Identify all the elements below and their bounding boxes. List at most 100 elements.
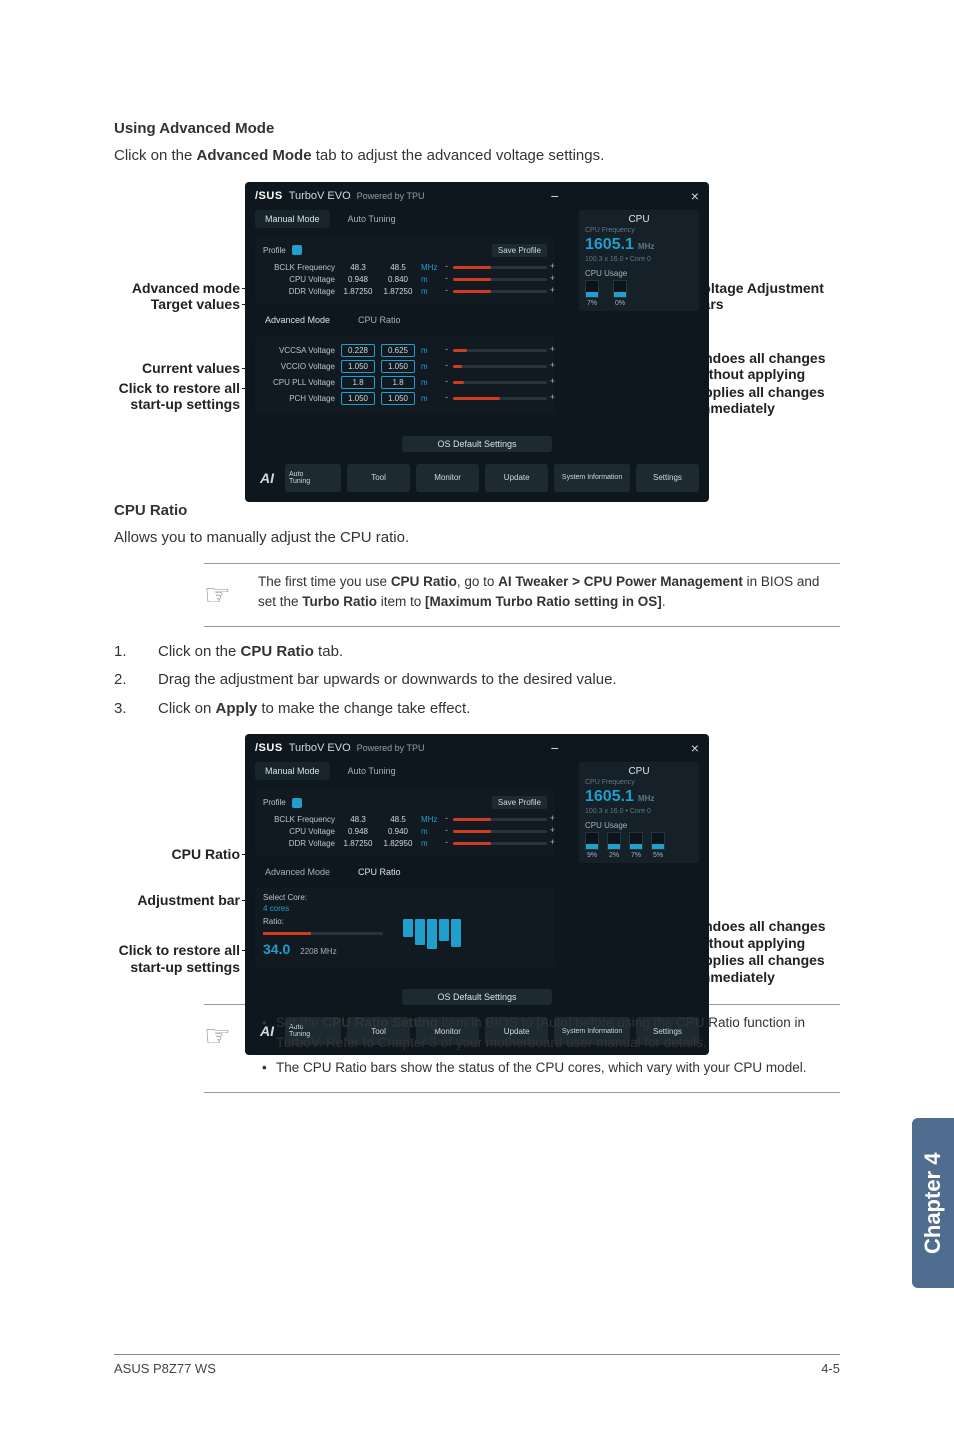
row-unit: m <box>421 827 447 836</box>
usage-value: 2% <box>609 852 619 859</box>
window-title: TurboV EVO <box>289 190 351 202</box>
cpu-freq-label: CPU Frequency <box>585 225 693 234</box>
usage-value: 9% <box>587 852 597 859</box>
text: The first time you use <box>258 574 391 589</box>
profile-dropdown-icon[interactable] <box>292 798 302 808</box>
adjustment-slider[interactable]: -+ <box>453 830 547 833</box>
os-default-button[interactable]: OS Default Settings <box>402 989 552 1005</box>
adjustment-slider[interactable]: -+ <box>453 842 547 845</box>
row-label: VCCSA Voltage <box>263 346 335 355</box>
ratio-adjustment-bar[interactable] <box>263 932 383 935</box>
screenshot-2-wrap: CPU Ratio Adjustment bar Click to restor… <box>114 734 840 994</box>
section-heading-cpu-ratio: CPU Ratio <box>114 502 840 519</box>
footer-right: 4-5 <box>821 1361 840 1376</box>
text: item to <box>377 594 425 609</box>
cpu-usage-bars: 7% 0% <box>585 280 693 307</box>
row-val: 1.8 <box>381 376 415 389</box>
note-hand-icon: ☞ <box>204 572 240 618</box>
adjustment-slider[interactable]: -+ <box>453 818 547 821</box>
tab-cpu-ratio[interactable]: CPU Ratio <box>348 863 411 881</box>
window-titlebar: /SUS TurboV EVO Powered by TPU − × <box>245 182 709 210</box>
usage-value: 7% <box>587 300 597 307</box>
tool-button[interactable]: Tool <box>347 464 410 492</box>
core-bar <box>403 919 413 937</box>
minimize-icon[interactable]: − <box>551 740 559 756</box>
advanced-tabs: Advanced Mode CPU Ratio <box>245 863 709 881</box>
adjustment-slider[interactable]: -+ <box>453 349 547 352</box>
tab-auto-tuning[interactable]: Auto Tuning <box>338 210 406 228</box>
auto-tuning-button[interactable]: AutoTuning <box>285 464 341 492</box>
row-label: CPU Voltage <box>263 827 335 836</box>
text: Click on the <box>158 643 241 660</box>
row-val: 1.87250 <box>341 839 375 848</box>
profile-dropdown-icon[interactable] <box>292 245 302 255</box>
usage-bar <box>629 832 643 850</box>
note-block-2: ☞ Set the CPU Ratio Setting item in BIOS… <box>204 1004 840 1093</box>
step-number: 3. <box>114 698 158 721</box>
row-val: 48.5 <box>381 263 415 272</box>
brand-logo: /SUS <box>255 190 283 202</box>
cpu-usage-bars: 9% 2% 7% 5% <box>585 832 693 859</box>
monitor-button[interactable]: Monitor <box>416 464 479 492</box>
row-val: 48.5 <box>381 815 415 824</box>
text: , go to <box>457 574 498 589</box>
select-core-label: Select Core: <box>263 893 547 902</box>
tab-manual-mode[interactable]: Manual Mode <box>255 762 330 780</box>
adjustment-slider[interactable]: -+ <box>453 381 547 384</box>
advanced-panel: VCCSA Voltage0.2280.625m-+ VCCIO Voltage… <box>255 335 555 414</box>
tab-auto-tuning[interactable]: Auto Tuning <box>338 762 406 780</box>
row-val: 0.940 <box>381 827 415 836</box>
text: Tuning <box>289 478 341 485</box>
row-label: CPU PLL Voltage <box>263 378 335 387</box>
window-subtitle: Powered by TPU <box>357 743 425 753</box>
sysinfo-button[interactable]: System Information <box>554 464 630 492</box>
callout-voltage-bars: Voltage Adjustment bars <box>694 280 844 314</box>
save-profile-button[interactable]: Save Profile <box>492 796 547 809</box>
tab-advanced-mode[interactable]: Advanced Mode <box>255 863 340 881</box>
brand-logo: /SUS <box>255 742 283 754</box>
tab-cpu-ratio[interactable]: CPU Ratio <box>348 311 411 329</box>
note-item: The CPU Ratio bars show the status of th… <box>258 1058 840 1078</box>
step-number: 1. <box>114 641 158 664</box>
settings-button[interactable]: Settings <box>636 464 699 492</box>
ratio-value: 34.0 <box>263 941 290 957</box>
adjustment-slider[interactable]: -+ <box>453 290 547 293</box>
text-bold: AI Tweaker > CPU Power Management <box>498 574 743 589</box>
chapter-tab: Chapter 4 <box>912 1118 954 1288</box>
row-val: 1.87250 <box>341 287 375 296</box>
row-unit: m <box>421 346 447 355</box>
os-default-button[interactable]: OS Default Settings <box>402 436 552 452</box>
manual-panel: Profile Save Profile BCLK Frequency48.34… <box>255 790 555 857</box>
step-item: 1.Click on the CPU Ratio tab. <box>114 641 840 664</box>
cpu-detail: 100.3 x 16.0 • Core 0 <box>585 254 693 263</box>
usage-bar <box>651 832 665 850</box>
text-bold: Turbo Ratio <box>302 594 377 609</box>
callout-cpu-ratio: CPU Ratio <box>110 846 240 863</box>
tab-manual-mode[interactable]: Manual Mode <box>255 210 330 228</box>
page-footer: ASUS P8Z77 WS 4-5 <box>114 1354 840 1376</box>
row-val: 0.948 <box>341 827 375 836</box>
callout-click-restore-2: Click to restore all start-up settings <box>110 942 240 976</box>
adjustment-slider[interactable]: -+ <box>453 397 547 400</box>
text-bold: CPU Ratio Setting <box>323 1015 439 1030</box>
tab-advanced-mode[interactable]: Advanced Mode <box>255 311 340 329</box>
text: 1605.1 <box>585 236 634 253</box>
profile-label: Profile <box>263 246 286 255</box>
update-button[interactable]: Update <box>485 464 548 492</box>
save-profile-button[interactable]: Save Profile <box>492 244 547 257</box>
row-val: 1.050 <box>341 392 375 405</box>
text: to make the change take effect. <box>257 700 470 717</box>
adjustment-slider[interactable]: -+ <box>453 266 547 269</box>
close-icon[interactable]: × <box>691 740 699 756</box>
minimize-icon[interactable]: − <box>551 188 559 204</box>
text-bold: [Maximum Turbo Ratio setting in OS] <box>425 594 662 609</box>
close-icon[interactable]: × <box>691 188 699 204</box>
adjustment-slider[interactable]: -+ <box>453 365 547 368</box>
row-val: 0.625 <box>381 344 415 357</box>
text-bold: Apply <box>216 700 258 717</box>
adjustment-slider[interactable]: -+ <box>453 278 547 281</box>
row-unit: m <box>421 287 447 296</box>
callout-applies: Applies all changes immediately <box>694 384 844 418</box>
cpu-header: CPU <box>585 766 693 777</box>
text: Set the <box>276 1015 323 1030</box>
